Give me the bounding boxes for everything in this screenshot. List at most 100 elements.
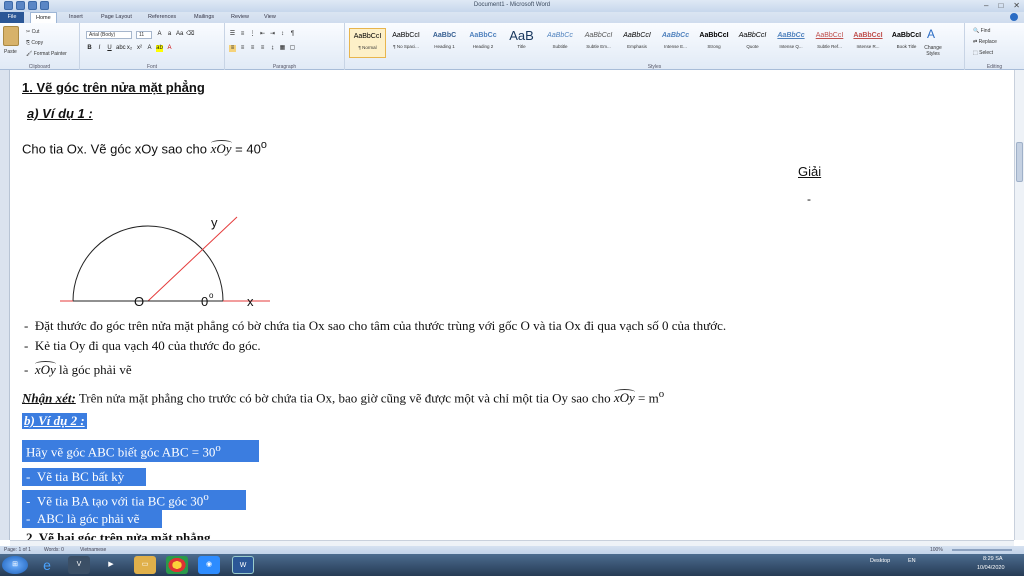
- media-player-icon[interactable]: ▶: [100, 556, 122, 574]
- tab-mailings[interactable]: Mailings: [194, 14, 214, 20]
- tab-insert[interactable]: Insert: [69, 14, 83, 20]
- tab-review[interactable]: Review: [231, 14, 249, 20]
- style-quote[interactable]: AaBbCcI Quote: [734, 28, 771, 58]
- underline-icon[interactable]: U: [106, 45, 113, 52]
- style-heading-2[interactable]: AaBbCc Heading 2: [465, 28, 502, 58]
- page-count[interactable]: Page: 1 of 1: [4, 546, 31, 554]
- zoom-slider[interactable]: [952, 549, 1012, 551]
- solution-label: Giải: [798, 164, 822, 179]
- subscript-icon[interactable]: x₂: [126, 45, 133, 52]
- superscript-icon[interactable]: x²: [136, 45, 143, 52]
- style-normal[interactable]: AaBbCcI ¶ Normal: [349, 28, 386, 58]
- font-size-select[interactable]: 11: [136, 31, 152, 39]
- italic-icon[interactable]: I: [96, 45, 103, 52]
- minimize-icon[interactable]: –: [984, 1, 988, 10]
- explorer-icon[interactable]: ▭: [134, 556, 156, 574]
- borders-icon[interactable]: ▢: [289, 45, 296, 52]
- shading-icon[interactable]: ▦: [279, 45, 286, 52]
- strike-icon[interactable]: abc: [116, 45, 126, 52]
- tab-page-layout[interactable]: Page Layout: [101, 14, 132, 20]
- style-intense-e[interactable]: AaBbCc Intense E...: [657, 28, 694, 58]
- style-name: Book Title: [896, 44, 917, 49]
- justify-icon[interactable]: ≡: [259, 45, 266, 52]
- copy-button[interactable]: ⎘ Copy: [26, 40, 43, 46]
- tab-references[interactable]: References: [148, 14, 176, 20]
- numbering-icon[interactable]: ≡: [239, 31, 246, 38]
- style-name: Heading 2: [472, 44, 494, 49]
- font-group: Arial (Body) 11 A a Aa ⌫ B I U abc x₂ x²…: [80, 23, 225, 70]
- style-subtitle[interactable]: AaBbCc Subtitle: [542, 28, 579, 58]
- angle-xoy: xOy: [210, 140, 232, 157]
- font-name-select[interactable]: Arial (Body): [86, 31, 132, 39]
- vertical-scrollbar[interactable]: [1014, 70, 1024, 540]
- style-title[interactable]: AaB Title: [503, 28, 540, 58]
- protractor-arc: [72, 225, 224, 302]
- bullets-icon[interactable]: ☰: [229, 31, 236, 38]
- clock-date[interactable]: 10/04/2020: [977, 565, 1005, 571]
- close-icon[interactable]: ✕: [1013, 1, 1020, 10]
- next-section-heading: 2. Vẽ hai góc trên nửa mặt phẳng: [26, 530, 211, 540]
- style-heading-1[interactable]: AaBbC Heading 1: [426, 28, 463, 58]
- language-indicator[interactable]: EN: [908, 558, 916, 564]
- style-emphasis[interactable]: AaBbCcI Emphasis: [619, 28, 656, 58]
- clear-format-icon[interactable]: ⌫: [186, 31, 194, 38]
- paste-button[interactable]: Paste: [4, 49, 17, 55]
- change-styles-icon[interactable]: A: [927, 27, 935, 41]
- select-button[interactable]: ⬚ Select: [973, 50, 993, 56]
- highlight-icon[interactable]: ab: [156, 45, 163, 52]
- tab-home[interactable]: Home: [30, 12, 57, 23]
- font-color-icon[interactable]: A: [166, 45, 173, 52]
- decrease-indent-icon[interactable]: ⇤: [259, 31, 266, 38]
- unikey-icon[interactable]: V: [68, 556, 90, 574]
- align-left-icon[interactable]: ≡: [229, 45, 236, 52]
- ie-icon[interactable]: e: [36, 556, 58, 574]
- zoom-level[interactable]: 100%: [930, 546, 943, 554]
- chrome-icon[interactable]: [166, 556, 188, 574]
- grow-font-icon[interactable]: A: [156, 31, 163, 38]
- tab-view[interactable]: View: [264, 14, 276, 20]
- word-count[interactable]: Words: 0: [44, 546, 64, 554]
- tab-file[interactable]: File: [0, 12, 24, 23]
- line-spacing-icon[interactable]: ↨: [269, 45, 276, 52]
- align-right-icon[interactable]: ≡: [249, 45, 256, 52]
- pilcrow-icon[interactable]: ¶: [289, 31, 296, 38]
- style-preview: AaBbC: [432, 32, 457, 39]
- format-painter-button[interactable]: 🖌 Format Painter: [26, 51, 67, 57]
- language[interactable]: Vietnamese: [80, 546, 106, 554]
- replace-button[interactable]: ⇄ Replace: [973, 39, 997, 45]
- sort-icon[interactable]: ↕: [279, 31, 286, 38]
- zoom-icon[interactable]: ◉: [198, 556, 220, 574]
- change-case-icon[interactable]: Aa: [176, 31, 183, 38]
- paste-icon[interactable]: [3, 26, 19, 46]
- style-name: Heading 1: [434, 44, 455, 49]
- style-preview: AaBbCcI: [738, 32, 767, 39]
- change-styles-button[interactable]: Change Styles: [922, 45, 944, 57]
- desktop-toolbar[interactable]: Desktop: [870, 558, 890, 564]
- scroll-thumb[interactable]: [1016, 142, 1023, 182]
- clock-time[interactable]: 8:29 SA: [983, 556, 1003, 562]
- word-taskbar-icon[interactable]: W: [232, 556, 254, 574]
- help-icon[interactable]: [1010, 13, 1018, 21]
- cut-button[interactable]: ✂ Cut: [26, 29, 39, 35]
- style-name: Subtle Ref...: [817, 44, 842, 49]
- find-button[interactable]: 🔍 Find: [973, 28, 990, 34]
- style-strong[interactable]: AaBbCcI Strong: [696, 28, 733, 58]
- paragraph-group: ☰ ≡ ⋮ ⇤ ⇥ ↕ ¶ ≡ ≡ ≡ ≡ ↨ ▦ ▢ Paragraph: [225, 23, 345, 70]
- style-book-title[interactable]: AaBbCcI Book Title: [888, 28, 925, 58]
- increase-indent-icon[interactable]: ⇥: [269, 31, 276, 38]
- section-heading: 1. Vẽ góc trên nửa mặt phẳng: [22, 80, 205, 95]
- text-effects-icon[interactable]: A: [146, 45, 153, 52]
- bold-icon[interactable]: B: [86, 45, 93, 52]
- align-center-icon[interactable]: ≡: [239, 45, 246, 52]
- multilevel-icon[interactable]: ⋮: [249, 31, 256, 38]
- taskbar: ⊞ e V ▶ ▭ ◉ W Desktop EN 8:29 SA 10/04/2…: [0, 554, 1024, 576]
- style-subtle-em[interactable]: AaBbCcI Subtle Em...: [580, 28, 617, 58]
- style-intense-r[interactable]: AaBbCcI Intense R...: [850, 28, 887, 58]
- style-no-spaci[interactable]: AaBbCcI ¶ No Spaci...: [388, 28, 425, 58]
- shrink-font-icon[interactable]: a: [166, 31, 173, 38]
- style-subtle-ref[interactable]: AaBbCcI Subtle Ref...: [811, 28, 848, 58]
- document-page[interactable]: 1. Vẽ góc trên nửa mặt phẳng a) Ví dụ 1 …: [10, 70, 1014, 540]
- maximize-icon[interactable]: □: [998, 1, 1003, 10]
- start-icon[interactable]: ⊞: [2, 556, 28, 574]
- style-intense-q[interactable]: AaBbCc Intense Q...: [773, 28, 810, 58]
